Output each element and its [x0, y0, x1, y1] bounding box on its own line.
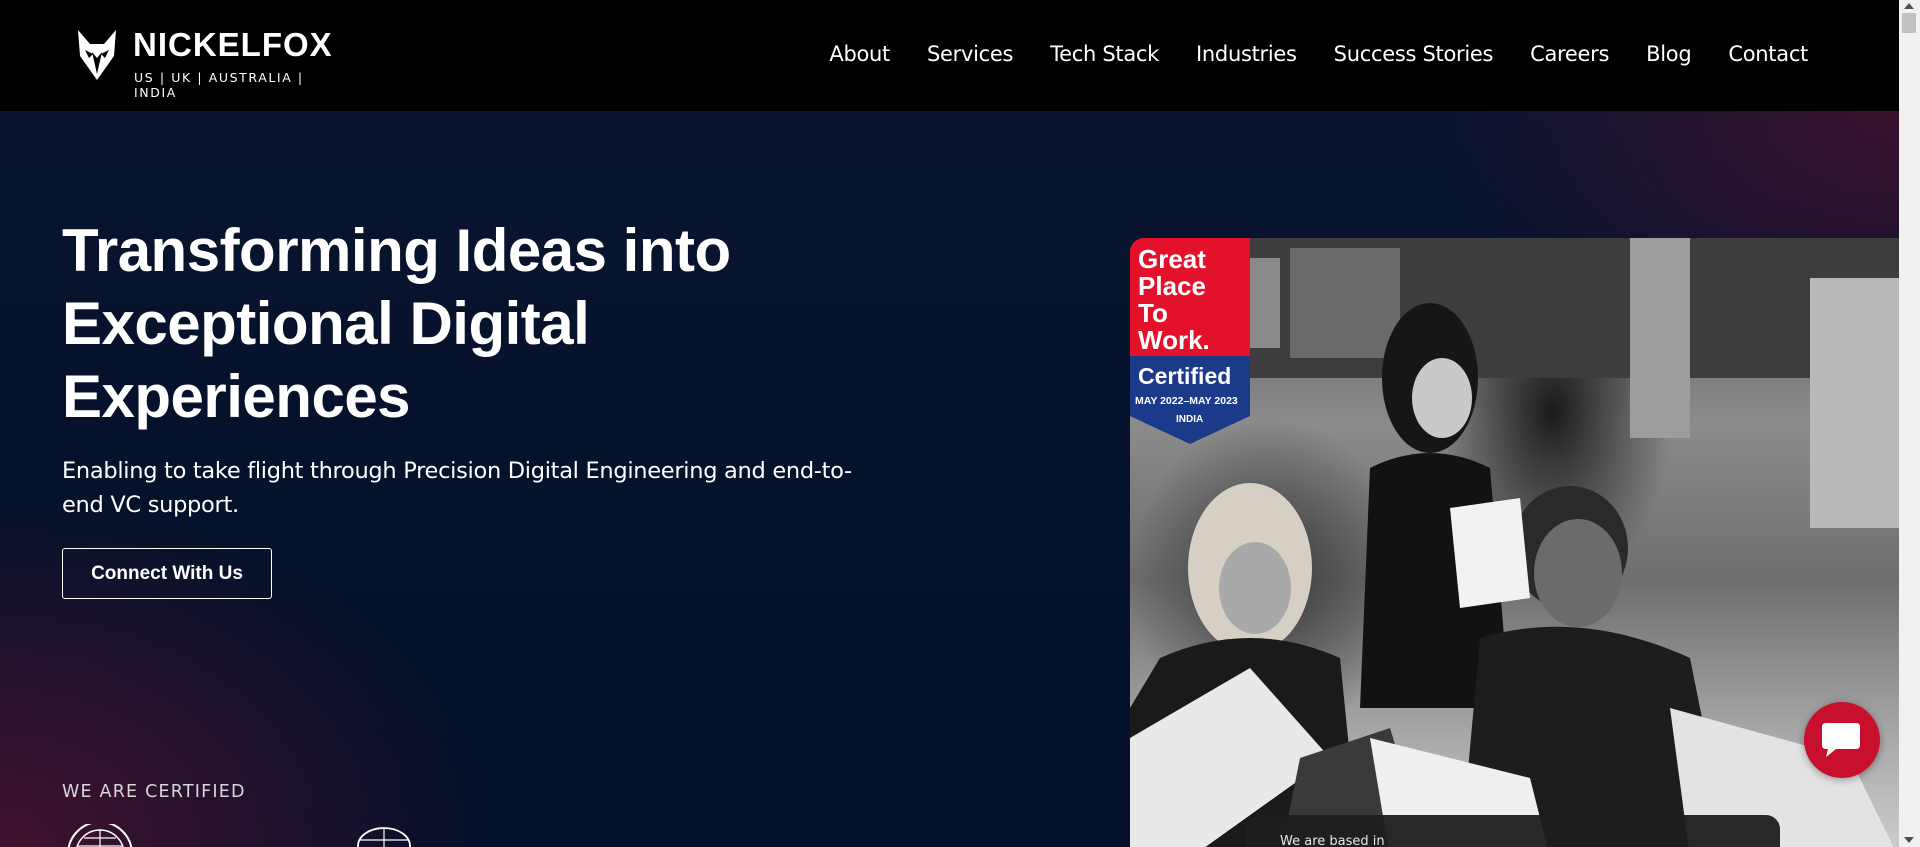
- certified-label: WE ARE CERTIFIED: [62, 782, 246, 802]
- scroll-up-arrow-icon[interactable]: [1904, 3, 1914, 9]
- nav-careers[interactable]: Careers: [1530, 42, 1609, 66]
- nav-blog[interactable]: Blog: [1646, 42, 1692, 66]
- connect-button[interactable]: Connect With Us: [62, 548, 272, 599]
- badge-line3: To: [1138, 298, 1168, 328]
- iso-certification-logo: [67, 824, 133, 847]
- nav-contact[interactable]: Contact: [1728, 42, 1808, 66]
- badge-line4: Work.: [1138, 325, 1210, 355]
- nav-tech-stack[interactable]: Tech Stack: [1050, 42, 1159, 66]
- brand-tagline: US | UK | AUSTRALIA | INDIA: [134, 70, 304, 100]
- hero-title: Transforming Ideas into Exceptional Digi…: [62, 217, 731, 430]
- great-place-to-work-badge: Great Place To Work. Certified MAY 2022–…: [1130, 238, 1250, 444]
- nav-services[interactable]: Services: [927, 42, 1013, 66]
- fox-head-icon: [78, 30, 116, 80]
- nav-success-stories[interactable]: Success Stories: [1334, 42, 1494, 66]
- brand-logo[interactable]: NICKELFOX US | UK | AUSTRALIA | INDIA: [76, 26, 336, 100]
- brand-name: NICKELFOX: [133, 26, 333, 63]
- location-overlay-text: We are based in: [1280, 834, 1385, 847]
- chat-launcher-button[interactable]: [1804, 702, 1880, 778]
- location-overlay: We are based in: [1246, 815, 1780, 847]
- badge-certified: Certified: [1138, 363, 1231, 389]
- scroll-thumb[interactable]: [1902, 13, 1916, 33]
- scroll-down-arrow-icon[interactable]: [1904, 837, 1914, 843]
- team-photo: Great Place To Work. Certified MAY 2022–…: [1130, 238, 1899, 847]
- chat-bubble-icon: [1822, 723, 1860, 757]
- badge-period: MAY 2022–MAY 2023: [1135, 395, 1238, 407]
- badge-line2: Place: [1138, 271, 1206, 301]
- nav-industries[interactable]: Industries: [1196, 42, 1297, 66]
- badge-line1: Great: [1138, 244, 1206, 274]
- nav-about[interactable]: About: [829, 42, 890, 66]
- iso-27001-certification-logo: [357, 827, 411, 847]
- hero-section: Transforming Ideas into Exceptional Digi…: [0, 111, 1899, 847]
- badge-country: INDIA: [1176, 414, 1203, 425]
- site-header: NICKELFOX US | UK | AUSTRALIA | INDIA Ab…: [0, 0, 1899, 111]
- hero-subtitle: Enabling to take flight through Precisio…: [62, 458, 852, 518]
- main-nav: About Services Tech Stack Industries Suc…: [792, 42, 1808, 66]
- page-scrollbar[interactable]: [1899, 0, 1920, 847]
